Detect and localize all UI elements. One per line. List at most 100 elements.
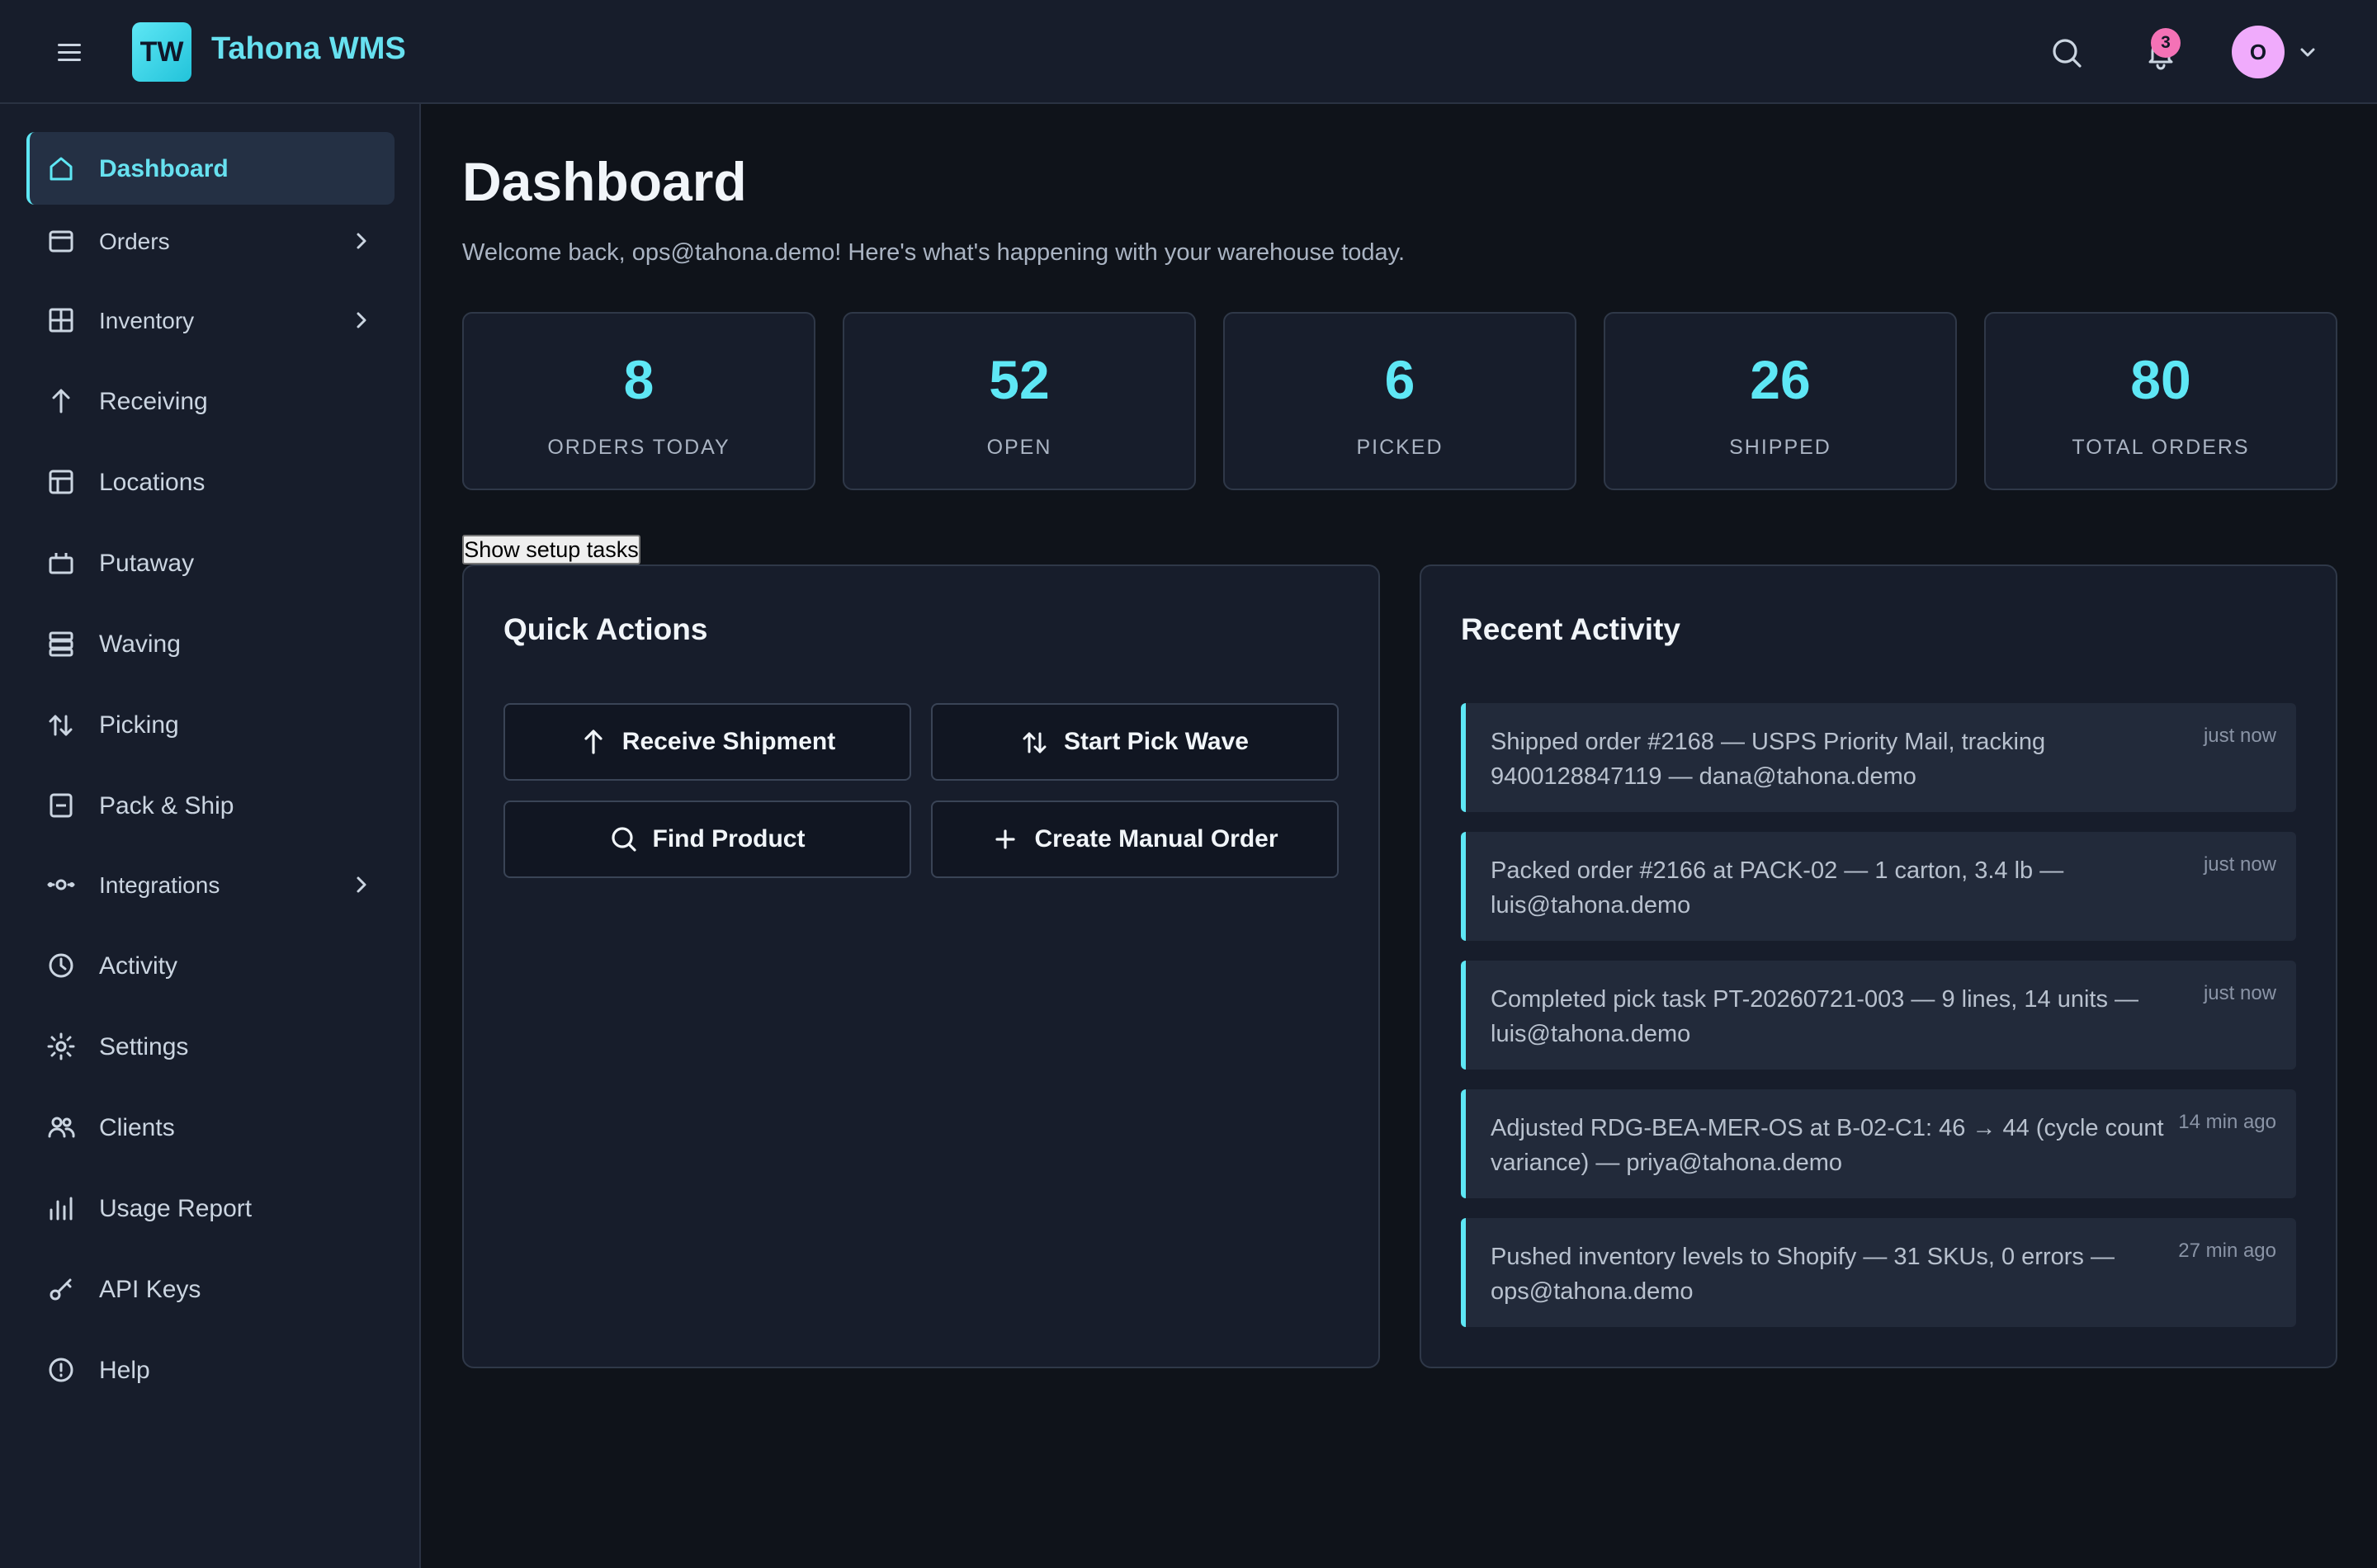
app-title[interactable]: Tahona WMS xyxy=(211,31,406,67)
stat-label: OPEN xyxy=(986,436,1052,459)
show-setup-tasks-button[interactable]: Show setup tasks xyxy=(462,535,640,564)
activity-time: 27 min ago xyxy=(2178,1240,2276,1262)
activity-item: Pushed inventory levels to Shopify — 31 … xyxy=(1461,1218,2296,1327)
activity-text: Completed pick task PT-20260721-003 — 9 … xyxy=(1491,986,2139,1047)
search-icon xyxy=(611,827,636,852)
stat-value: 80 xyxy=(2130,349,2191,410)
sidebar-item-receiving[interactable]: Receiving xyxy=(26,365,395,437)
integrations-plug-icon xyxy=(46,870,76,900)
chevron-right-icon xyxy=(350,873,373,896)
stat-label: PICKED xyxy=(1356,436,1444,459)
stat-label: TOTAL ORDERS xyxy=(2072,436,2250,459)
bar-chart-icon xyxy=(46,1193,76,1223)
user-avatar[interactable]: O xyxy=(2232,26,2285,78)
sidebar-item-pack-ship[interactable]: Pack & Ship xyxy=(26,769,395,842)
sidebar-item-label: Receiving xyxy=(99,388,208,415)
sidebar-item-label: Picking xyxy=(99,711,179,739)
sidebar-item-locations[interactable]: Locations xyxy=(26,446,395,518)
sidebar-item-settings[interactable]: Settings xyxy=(26,1010,395,1083)
users-icon xyxy=(46,1112,76,1142)
sidebar-item-label: Integrations xyxy=(99,872,220,898)
sidebar-item-label: Locations xyxy=(99,469,206,496)
recent-activity-panel: Recent Activity Shipped order #2168 — US… xyxy=(1420,564,2337,1368)
activity-time: just now xyxy=(2203,725,2276,747)
button-label: Create Manual Order xyxy=(1034,825,1278,852)
sidebar-item-activity[interactable]: Activity xyxy=(26,929,395,1002)
sidebar-item-label: Inventory xyxy=(99,308,195,333)
putaway-box-icon xyxy=(46,548,76,578)
receive-shipment-button[interactable]: Receive Shipment xyxy=(503,703,911,781)
find-product-button[interactable]: Find Product xyxy=(503,801,911,878)
sidebar-item-label: Settings xyxy=(99,1033,189,1060)
search-icon[interactable] xyxy=(2047,33,2086,73)
sidebar-item-label: Activity xyxy=(99,952,178,980)
hamburger-menu-icon[interactable] xyxy=(54,36,89,68)
picking-arrows-icon xyxy=(46,710,76,739)
create-manual-order-button[interactable]: Create Manual Order xyxy=(931,801,1339,878)
sidebar-item-usage-report[interactable]: Usage Report xyxy=(26,1172,395,1244)
sidebar: Dashboard Orders Inventory Receiving Loc… xyxy=(0,104,421,1568)
button-label: Find Product xyxy=(652,825,806,852)
clock-icon xyxy=(46,951,76,980)
sidebar-item-label: Pack & Ship xyxy=(99,792,234,819)
activity-item: Shipped order #2168 — USPS Priority Mail… xyxy=(1461,703,2296,812)
start-pick-wave-button[interactable]: Start Pick Wave xyxy=(931,703,1339,781)
app-logo: TW xyxy=(132,22,191,82)
stat-card-total-orders: 80 TOTAL ORDERS xyxy=(1984,312,2337,490)
sidebar-item-integrations[interactable]: Integrations xyxy=(26,848,395,921)
activity-text: Packed order #2166 at PACK-02 — 1 carton… xyxy=(1491,857,2064,919)
sidebar-item-inventory[interactable]: Inventory xyxy=(26,284,395,357)
picking-arrows-icon xyxy=(1023,732,1047,753)
plus-icon xyxy=(995,829,1016,849)
button-label: Start Pick Wave xyxy=(1064,728,1249,755)
sidebar-item-clients[interactable]: Clients xyxy=(26,1091,395,1164)
chevron-right-icon xyxy=(350,229,373,253)
page-title: Dashboard xyxy=(462,151,747,212)
stat-value: 6 xyxy=(1384,349,1415,410)
stat-value: 8 xyxy=(623,349,655,410)
locations-grid-icon xyxy=(46,467,76,497)
quick-actions-title: Quick Actions xyxy=(503,612,708,646)
package-icon xyxy=(46,791,76,820)
sidebar-item-waving[interactable]: Waving xyxy=(26,607,395,680)
stat-card-open: 52 OPEN xyxy=(843,312,1196,490)
inventory-grid-icon xyxy=(46,305,76,335)
stat-card-picked: 6 PICKED xyxy=(1223,312,1576,490)
sidebar-item-putaway[interactable]: Putaway xyxy=(26,527,395,599)
arrow-up-icon xyxy=(584,730,603,754)
activity-text: Adjusted RDG-BEA-MER-OS at B-02-C1: 46 →… xyxy=(1491,1115,2164,1176)
stat-value: 26 xyxy=(1750,349,1811,410)
sidebar-item-label: Waving xyxy=(99,631,181,658)
activity-item: Completed pick task PT-20260721-003 — 9 … xyxy=(1461,961,2296,1070)
activity-time: 14 min ago xyxy=(2178,1111,2276,1133)
sidebar-item-orders[interactable]: Orders xyxy=(26,205,395,277)
notification-badge: 3 xyxy=(2151,28,2181,58)
activity-item: Packed order #2166 at PACK-02 — 1 carton… xyxy=(1461,832,2296,941)
key-icon xyxy=(46,1274,76,1304)
quick-actions-panel: Quick Actions Receive Shipment Start Pic… xyxy=(462,564,1380,1368)
activity-text: Pushed inventory levels to Shopify — 31 … xyxy=(1491,1244,2115,1305)
stat-value: 52 xyxy=(989,349,1050,410)
sidebar-item-label: Dashboard xyxy=(99,155,229,182)
activity-item: Adjusted RDG-BEA-MER-OS at B-02-C1: 46 →… xyxy=(1461,1089,2296,1198)
stat-label: ORDERS TODAY xyxy=(547,436,730,459)
button-label: Receive Shipment xyxy=(621,728,836,755)
chevron-down-icon[interactable] xyxy=(2298,42,2318,62)
sidebar-item-picking[interactable]: Picking xyxy=(26,688,395,761)
sidebar-item-help[interactable]: Help xyxy=(26,1334,395,1406)
sidebar-item-label: Putaway xyxy=(99,550,195,577)
sidebar-item-label: API Keys xyxy=(99,1276,201,1303)
activity-time: just now xyxy=(2203,982,2276,1004)
orders-icon xyxy=(46,226,76,256)
sidebar-item-api-keys[interactable]: API Keys xyxy=(26,1253,395,1325)
stat-label: SHIPPED xyxy=(1729,436,1831,459)
waving-stack-icon xyxy=(46,629,76,659)
sidebar-item-label: Help xyxy=(99,1357,150,1384)
welcome-message: Welcome back, ops@tahona.demo! Here's wh… xyxy=(462,239,1406,266)
sidebar-item-label: Clients xyxy=(99,1114,175,1141)
sidebar-item-dashboard[interactable]: Dashboard xyxy=(26,132,395,205)
sidebar-item-label: Usage Report xyxy=(99,1195,253,1222)
recent-activity-title: Recent Activity xyxy=(1461,612,1680,646)
stat-card-shipped: 26 SHIPPED xyxy=(1604,312,1957,490)
sidebar-item-label: Orders xyxy=(99,229,170,254)
